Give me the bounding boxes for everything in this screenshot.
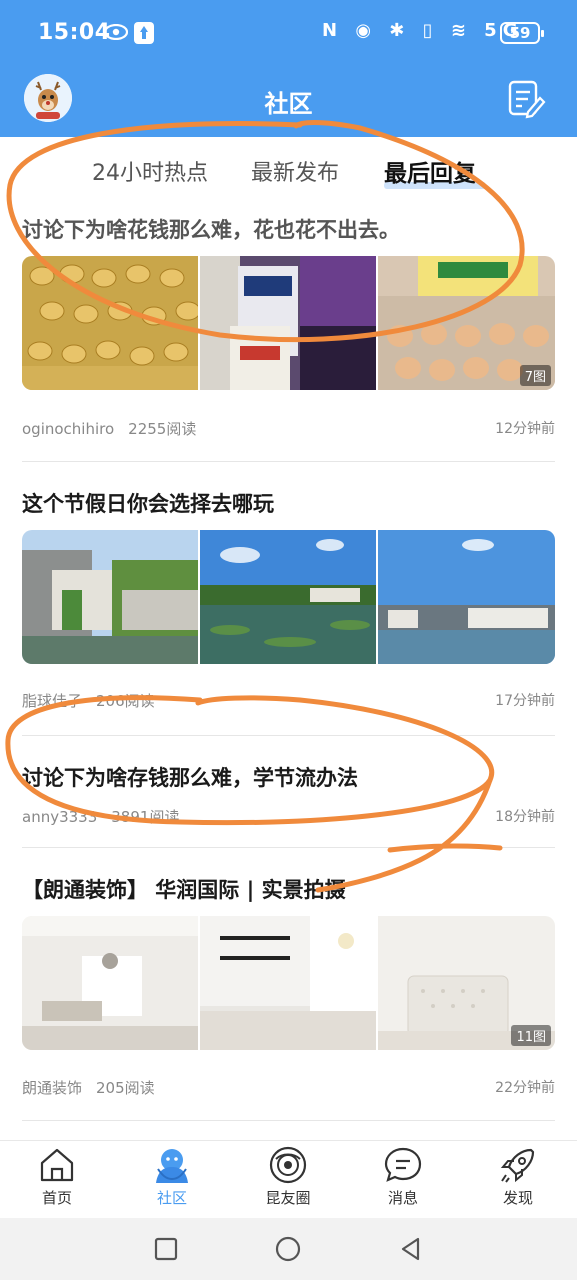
annotation-circle-bottom [5,695,495,826]
tab-24h-hot[interactable]: 24小时热点 [92,155,208,187]
post-title[interactable]: 这个节假日你会选择去哪玩 [22,488,274,518]
nav-discover-label: 发现 [502,1189,533,1207]
tab-latest[interactable]: 最新发布 [251,155,339,187]
compose-icon[interactable] [506,78,546,120]
nav-home[interactable]: 首页 [17,1145,97,1208]
post-meta: anny3333 3891阅读 [22,806,193,827]
post-author[interactable]: 朗通装饰 [22,1079,82,1097]
post-image[interactable] [22,530,198,664]
system-nav-bar [0,1218,577,1280]
divider [22,461,555,462]
nav-messages-label: 消息 [387,1189,418,1207]
post-reads: 3891阅读 [111,808,180,826]
nav-community[interactable]: 社区 [132,1145,212,1208]
bottom-nav: 首页 社区 昆友圈 消息 发现 [0,1140,577,1218]
eye-icon [104,24,128,40]
post-time: 17分钟前 [495,693,555,709]
rocket-icon [500,1148,535,1183]
tab-last-reply[interactable]: 最后回复 [384,154,476,188]
status-bar: 15:04 N ◉ ✱ ▯ ≋ 5G 59 [0,14,577,58]
nav-circle[interactable]: 昆友圈 [248,1145,328,1208]
post-image[interactable] [200,530,376,664]
post-time: 12分钟前 [495,421,555,437]
post-meta: 朗通装饰 205阅读 [22,1077,169,1098]
post-title[interactable]: 讨论下为啥花钱那么难，花也花不出去。 [22,214,400,244]
recent-apps-icon[interactable] [153,1236,179,1262]
post-author[interactable]: anny3333 [22,808,97,826]
post-reads: 2255阅读 [128,420,197,438]
post-images[interactable]: 7图 [22,256,555,390]
feed-tabs: 24小时热点 最新发布 最后回复 [0,137,577,199]
image-count-badge: 11图 [511,1025,551,1046]
community-icon [156,1149,188,1183]
post-image[interactable] [22,916,198,1050]
post-images[interactable] [22,530,555,664]
post-meta: oginochihiro 2255阅读 [22,418,210,439]
post-time: 18分钟前 [495,809,555,825]
nav-circle-label: 昆友圈 [265,1189,311,1207]
post-image[interactable] [200,916,376,1050]
post-image[interactable] [22,256,198,390]
post-image[interactable] [378,530,555,664]
nav-home-label: 首页 [41,1189,72,1207]
message-icon [384,1147,422,1182]
post-meta: 脂球佳子 206阅读 [22,690,169,711]
home-button-icon[interactable] [275,1236,301,1262]
nav-community-label: 社区 [156,1189,187,1207]
status-icons: N ◉ ✱ ▯ ≋ 5G [322,20,524,41]
circle-icon [269,1146,307,1184]
post-image[interactable] [200,256,376,390]
post-reads: 205阅读 [96,1079,155,1097]
page-title: 社区 [264,90,313,118]
post-title[interactable]: 讨论下为啥存钱那么难，学节流办法 [22,762,358,792]
back-icon[interactable] [398,1236,424,1262]
battery-icon: 59 [500,22,544,44]
nav-discover[interactable]: 发现 [478,1145,558,1208]
home-icon [40,1148,74,1182]
divider [22,1120,555,1121]
post-images[interactable]: 11图 [22,916,555,1050]
post-reads: 206阅读 [96,692,155,710]
post-author[interactable]: oginochihiro [22,420,114,438]
nav-messages[interactable]: 消息 [363,1145,443,1208]
upload-icon [134,22,154,44]
status-time: 15:04 [38,20,111,45]
post-author[interactable]: 脂球佳子 [22,692,82,710]
divider [22,735,555,736]
post-time: 22分钟前 [495,1080,555,1096]
post-title[interactable]: 【朗通装饰】 华润国际 | 实景拍摄 [22,874,346,904]
divider [22,847,555,848]
image-count-badge: 7图 [519,365,551,386]
